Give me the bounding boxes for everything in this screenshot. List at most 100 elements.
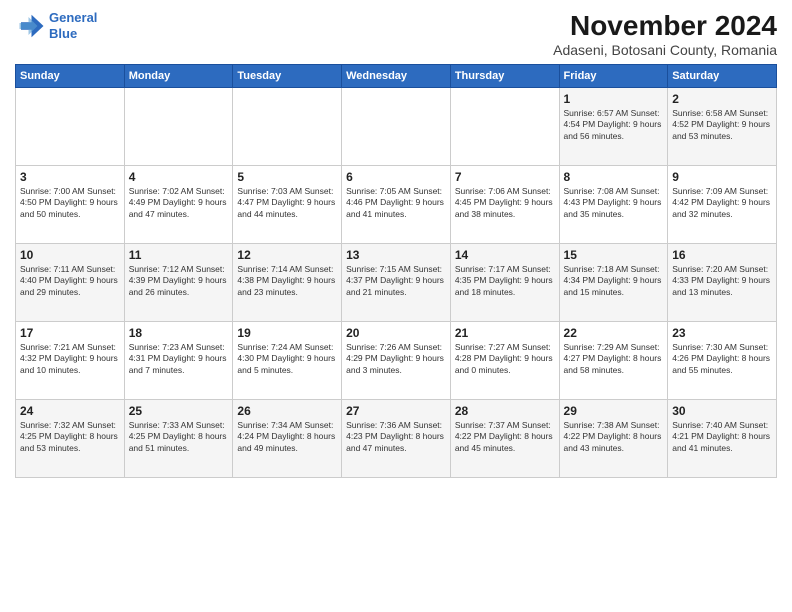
day-info: Sunrise: 7:24 AM Sunset: 4:30 PM Dayligh… [237, 342, 337, 376]
calendar-cell: 10 Sunrise: 7:11 AM Sunset: 4:40 PM Dayli… [16, 244, 125, 322]
calendar-cell: 5 Sunrise: 7:03 AM Sunset: 4:47 PM Daylig… [233, 166, 342, 244]
col-monday: Monday [124, 65, 233, 88]
calendar-cell [342, 88, 451, 166]
calendar-cell: 14Sunrise: 7:17 AM Sunset: 4:35 PM Dayli… [450, 244, 559, 322]
day-number: 1 [564, 92, 664, 106]
day-info: Sunrise: 7:20 AM Sunset: 4:33 PM Dayligh… [672, 264, 772, 298]
calendar-cell [124, 88, 233, 166]
day-info: Sunrise: 6:58 AM Sunset: 4:52 PM Dayligh… [672, 108, 772, 142]
day-number: 30 [672, 404, 772, 418]
calendar-cell: 21 Sunrise: 7:27 AM Sunset: 4:28 PM Dayli… [450, 322, 559, 400]
day-number: 20 [346, 326, 446, 340]
week-row-4: 24Sunrise: 7:32 AM Sunset: 4:25 PM Dayli… [16, 400, 777, 478]
logo-icon [15, 11, 45, 41]
calendar-cell: 28Sunrise: 7:37 AM Sunset: 4:22 PM Dayli… [450, 400, 559, 478]
calendar-cell: 25 Sunrise: 7:33 AM Sunset: 4:25 PM Dayli… [124, 400, 233, 478]
week-row-1: 3 Sunrise: 7:00 AM Sunset: 4:50 PM Daylig… [16, 166, 777, 244]
col-sunday: Sunday [16, 65, 125, 88]
day-info: Sunrise: 7:38 AM Sunset: 4:22 PM Dayligh… [564, 420, 664, 454]
calendar-cell: 6 Sunrise: 7:05 AM Sunset: 4:46 PM Daylig… [342, 166, 451, 244]
day-number: 2 [672, 92, 772, 106]
day-info: Sunrise: 7:14 AM Sunset: 4:38 PM Dayligh… [237, 264, 337, 298]
day-number: 10 [20, 248, 120, 262]
calendar-cell: 19 Sunrise: 7:24 AM Sunset: 4:30 PM Dayli… [233, 322, 342, 400]
day-info: Sunrise: 7:03 AM Sunset: 4:47 PM Dayligh… [237, 186, 337, 220]
col-wednesday: Wednesday [342, 65, 451, 88]
day-info: Sunrise: 7:09 AM Sunset: 4:42 PM Dayligh… [672, 186, 772, 220]
calendar-cell: 27 Sunrise: 7:36 AM Sunset: 4:23 PM Dayli… [342, 400, 451, 478]
day-number: 3 [20, 170, 120, 184]
calendar-cell [233, 88, 342, 166]
day-number: 7 [455, 170, 555, 184]
day-number: 13 [346, 248, 446, 262]
title-block: November 2024 Adaseni, Botosani County, … [553, 10, 777, 58]
day-number: 16 [672, 248, 772, 262]
day-number: 23 [672, 326, 772, 340]
col-thursday: Thursday [450, 65, 559, 88]
day-info: Sunrise: 7:06 AM Sunset: 4:45 PM Dayligh… [455, 186, 555, 220]
day-number: 9 [672, 170, 772, 184]
calendar-cell: 23 Sunrise: 7:30 AM Sunset: 4:26 PM Dayli… [668, 322, 777, 400]
day-number: 25 [129, 404, 229, 418]
day-info: Sunrise: 7:02 AM Sunset: 4:49 PM Dayligh… [129, 186, 229, 220]
day-info: Sunrise: 7:36 AM Sunset: 4:23 PM Dayligh… [346, 420, 446, 454]
week-row-3: 17 Sunrise: 7:21 AM Sunset: 4:32 PM Dayli… [16, 322, 777, 400]
logo-blue: Blue [49, 26, 77, 41]
calendar-cell: 12Sunrise: 7:14 AM Sunset: 4:38 PM Dayli… [233, 244, 342, 322]
day-number: 29 [564, 404, 664, 418]
day-number: 28 [455, 404, 555, 418]
day-info: Sunrise: 7:32 AM Sunset: 4:25 PM Dayligh… [20, 420, 120, 454]
day-info: Sunrise: 7:33 AM Sunset: 4:25 PM Dayligh… [129, 420, 229, 454]
calendar-cell: 22 Sunrise: 7:29 AM Sunset: 4:27 PM Dayli… [559, 322, 668, 400]
day-info: Sunrise: 7:40 AM Sunset: 4:21 PM Dayligh… [672, 420, 772, 454]
calendar-cell: 4Sunrise: 7:02 AM Sunset: 4:49 PM Daylig… [124, 166, 233, 244]
day-info: Sunrise: 7:05 AM Sunset: 4:46 PM Dayligh… [346, 186, 446, 220]
day-info: Sunrise: 7:08 AM Sunset: 4:43 PM Dayligh… [564, 186, 664, 220]
day-info: Sunrise: 7:12 AM Sunset: 4:39 PM Dayligh… [129, 264, 229, 298]
day-info: Sunrise: 7:23 AM Sunset: 4:31 PM Dayligh… [129, 342, 229, 376]
calendar-cell: 9 Sunrise: 7:09 AM Sunset: 4:42 PM Daylig… [668, 166, 777, 244]
day-number: 26 [237, 404, 337, 418]
day-number: 14 [455, 248, 555, 262]
calendar-cell: 1Sunrise: 6:57 AM Sunset: 4:54 PM Daylig… [559, 88, 668, 166]
day-info: Sunrise: 7:27 AM Sunset: 4:28 PM Dayligh… [455, 342, 555, 376]
day-info: Sunrise: 7:11 AM Sunset: 4:40 PM Dayligh… [20, 264, 120, 298]
calendar-cell: 24Sunrise: 7:32 AM Sunset: 4:25 PM Dayli… [16, 400, 125, 478]
day-number: 17 [20, 326, 120, 340]
logo-text: General Blue [49, 10, 97, 41]
calendar-cell: 29 Sunrise: 7:38 AM Sunset: 4:22 PM Dayli… [559, 400, 668, 478]
calendar-header: Sunday Monday Tuesday Wednesday Thursday… [16, 65, 777, 88]
day-number: 19 [237, 326, 337, 340]
day-info: Sunrise: 7:00 AM Sunset: 4:50 PM Dayligh… [20, 186, 120, 220]
calendar-cell: 20 Sunrise: 7:26 AM Sunset: 4:29 PM Dayli… [342, 322, 451, 400]
calendar-cell [450, 88, 559, 166]
day-info: Sunrise: 7:29 AM Sunset: 4:27 PM Dayligh… [564, 342, 664, 376]
calendar-cell: 7 Sunrise: 7:06 AM Sunset: 4:45 PM Daylig… [450, 166, 559, 244]
calendar-cell: 16 Sunrise: 7:20 AM Sunset: 4:33 PM Dayli… [668, 244, 777, 322]
col-tuesday: Tuesday [233, 65, 342, 88]
day-info: Sunrise: 7:26 AM Sunset: 4:29 PM Dayligh… [346, 342, 446, 376]
day-number: 22 [564, 326, 664, 340]
day-number: 6 [346, 170, 446, 184]
page-container: General Blue November 2024 Adaseni, Boto… [0, 0, 792, 488]
day-number: 5 [237, 170, 337, 184]
col-saturday: Saturday [668, 65, 777, 88]
day-number: 27 [346, 404, 446, 418]
main-title: November 2024 [553, 10, 777, 42]
day-number: 11 [129, 248, 229, 262]
day-number: 8 [564, 170, 664, 184]
day-info: Sunrise: 7:30 AM Sunset: 4:26 PM Dayligh… [672, 342, 772, 376]
calendar-cell: 8 Sunrise: 7:08 AM Sunset: 4:43 PM Daylig… [559, 166, 668, 244]
col-friday: Friday [559, 65, 668, 88]
day-info: Sunrise: 7:21 AM Sunset: 4:32 PM Dayligh… [20, 342, 120, 376]
calendar-cell: 11 Sunrise: 7:12 AM Sunset: 4:39 PM Dayli… [124, 244, 233, 322]
calendar-cell [16, 88, 125, 166]
logo: General Blue [15, 10, 97, 41]
week-row-2: 10 Sunrise: 7:11 AM Sunset: 4:40 PM Dayli… [16, 244, 777, 322]
day-number: 21 [455, 326, 555, 340]
calendar-cell: 30 Sunrise: 7:40 AM Sunset: 4:21 PM Dayli… [668, 400, 777, 478]
day-info: Sunrise: 7:34 AM Sunset: 4:24 PM Dayligh… [237, 420, 337, 454]
calendar-cell: 3 Sunrise: 7:00 AM Sunset: 4:50 PM Daylig… [16, 166, 125, 244]
calendar-cell: 13Sunrise: 7:15 AM Sunset: 4:37 PM Dayli… [342, 244, 451, 322]
calendar-table: Sunday Monday Tuesday Wednesday Thursday… [15, 64, 777, 478]
